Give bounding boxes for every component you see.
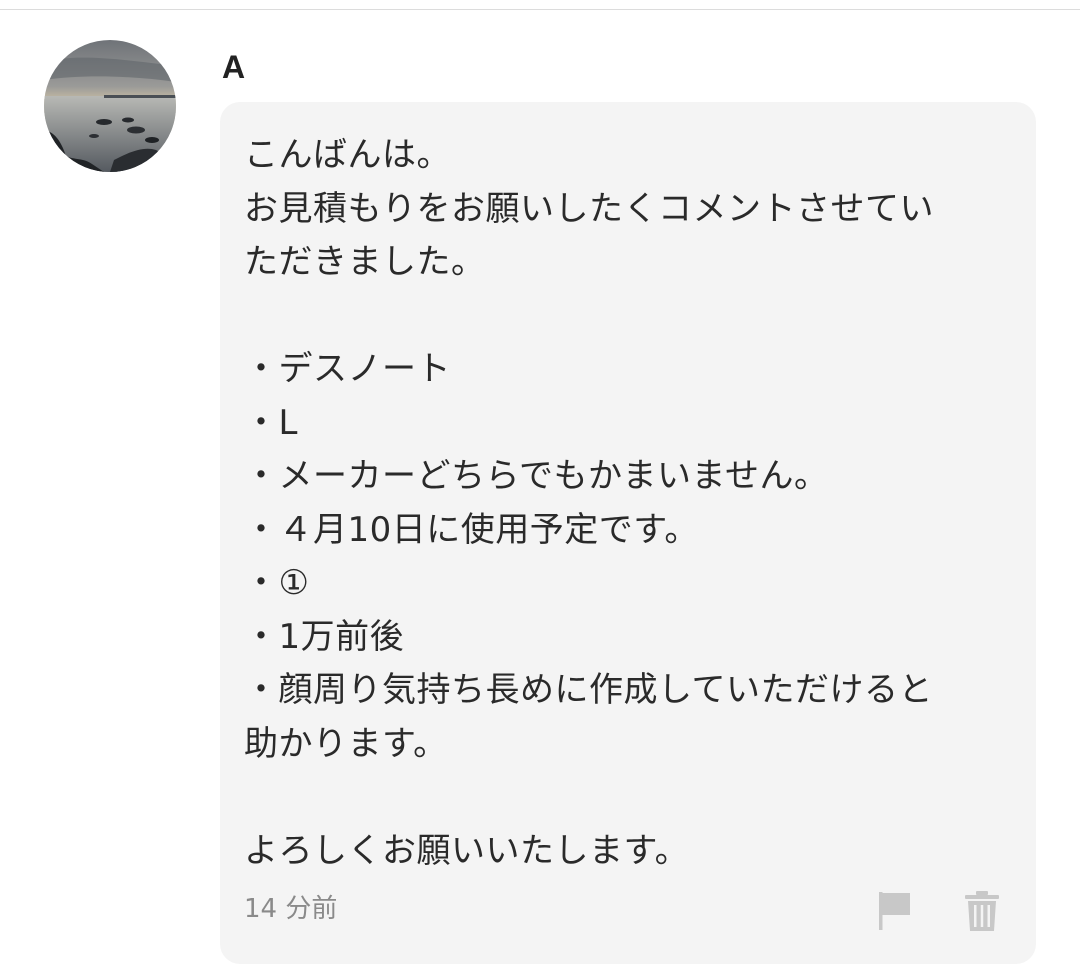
message-line: ・４月10日に使用予定です。 xyxy=(244,509,699,550)
flag-icon xyxy=(879,892,910,930)
message-line: よろしくお願いいたします。 xyxy=(244,830,690,871)
message-line: こんばんは。 xyxy=(244,135,451,175)
comment-timestamp: 14 分前 xyxy=(244,894,338,924)
message-line: ・メーカーどちらでもかまいません。 xyxy=(244,456,829,496)
comment-author-name[interactable]: A xyxy=(222,48,245,86)
message-line: ・L xyxy=(244,402,298,443)
avatar-photo-icon xyxy=(44,40,176,172)
top-divider xyxy=(0,9,1080,10)
delete-button[interactable] xyxy=(962,888,1002,934)
message-line: ・デスノート xyxy=(244,349,451,389)
comment-message: こんばんは。 お見積もりをお願いしたくコメントさせてい ただきました。 ・デスノ… xyxy=(244,129,1024,878)
report-button[interactable] xyxy=(876,888,916,934)
message-line: ・① xyxy=(244,563,310,603)
message-line: ・顔周り気持ち長めに作成していただけると xyxy=(244,670,933,710)
message-line: お見積もりをお願いしたくコメントさせてい xyxy=(244,188,934,229)
trash-icon xyxy=(965,891,999,931)
message-line: ・1万前後 xyxy=(244,616,405,657)
comment-bubble: こんばんは。 お見積もりをお願いしたくコメントさせてい ただきました。 ・デスノ… xyxy=(220,102,1036,964)
message-line: ただきました。 xyxy=(244,242,486,282)
message-line: 助かります。 xyxy=(244,723,448,764)
user-avatar[interactable] xyxy=(44,40,176,172)
